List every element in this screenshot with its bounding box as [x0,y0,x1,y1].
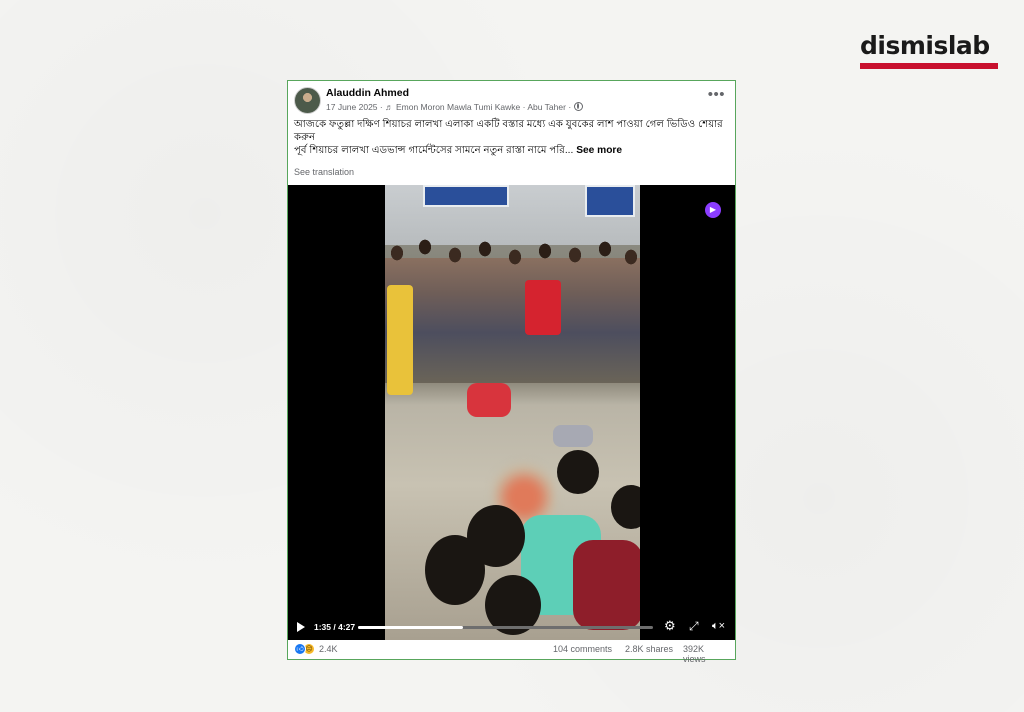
reaction-count[interactable]: 2.4K [319,644,338,654]
foreground-head [611,485,640,529]
mute-icon[interactable]: 🔈︎× [712,619,725,633]
author-avatar[interactable] [294,87,321,114]
video-player[interactable]: ▶ 1:35 / 4:27 ⚙ ⤢ 🔈︎× [288,185,735,640]
video-controls: 1:35 / 4:27 ⚙ ⤢ 🔈︎× [288,614,735,640]
building-window [423,185,509,207]
caption-line: পূর্ব শিয়াচর লালখা এডভান্স গার্মেন্টসের… [294,145,574,156]
progress-bar[interactable] [358,626,653,629]
foreground-head [557,450,599,494]
facebook-post-card: Alauddin Ahmed 17 June 2025 · ♬ Emon Mor… [287,80,736,664]
fullscreen-icon[interactable]: ⤢ [689,619,699,633]
post-meta: 17 June 2025 · ♬ Emon Moron Mawla Tumi K… [326,102,583,112]
brand-underline [860,63,998,69]
separator-dot: · [568,102,574,112]
see-more-link[interactable]: See more [576,145,622,156]
video-frame [385,185,640,640]
post-header: Alauddin Ahmed 17 June 2025 · ♬ Emon Mor… [294,87,727,117]
brand-logo: dismislab [860,32,998,69]
audio-title[interactable]: Emon Moron Mawla Tumi Kawke [396,102,520,112]
progress-fill [358,626,463,629]
video-camera-icon: ▶ [705,202,721,218]
comment-count[interactable]: 104 comments [553,644,612,654]
author-name[interactable]: Alauddin Ahmed [326,87,409,99]
post-date[interactable]: 17 June 2025 [326,102,378,112]
post-caption: আজকে ফতুল্লা দক্ষিণ শিয়াচর লালখা এলাকা … [294,118,729,157]
cloth-bundle [553,425,593,447]
person-bending [467,383,511,417]
share-count[interactable]: 2.8K shares [625,644,673,654]
tagged-person[interactable]: Abu Taher [527,102,566,112]
building-window [585,185,635,217]
more-options-icon[interactable]: ••• [708,87,725,102]
music-note-icon: ♬ [385,102,394,112]
globe-icon [573,102,583,111]
video-time: 1:35 / 4:27 [314,622,356,632]
brand-name: dismislab [860,31,990,60]
view-count: 392K views [683,644,706,664]
post-stats: 👍︎ ☹ 2.4K 104 comments 2.8K shares 392K … [294,643,729,664]
crowd [385,233,640,383]
see-translation-link[interactable]: See translation [294,167,354,177]
foreground-head [425,535,485,605]
gear-icon[interactable]: ⚙ [664,619,676,633]
person-yellow-dress [387,285,413,395]
caption-line: আজকে ফতুল্লা দক্ষিণ শিয়াচর লালখা এলাকা … [294,119,723,143]
like-reaction-icon[interactable]: 👍︎ [294,643,306,655]
person-red-shirt [525,280,561,335]
play-icon[interactable] [297,622,305,632]
